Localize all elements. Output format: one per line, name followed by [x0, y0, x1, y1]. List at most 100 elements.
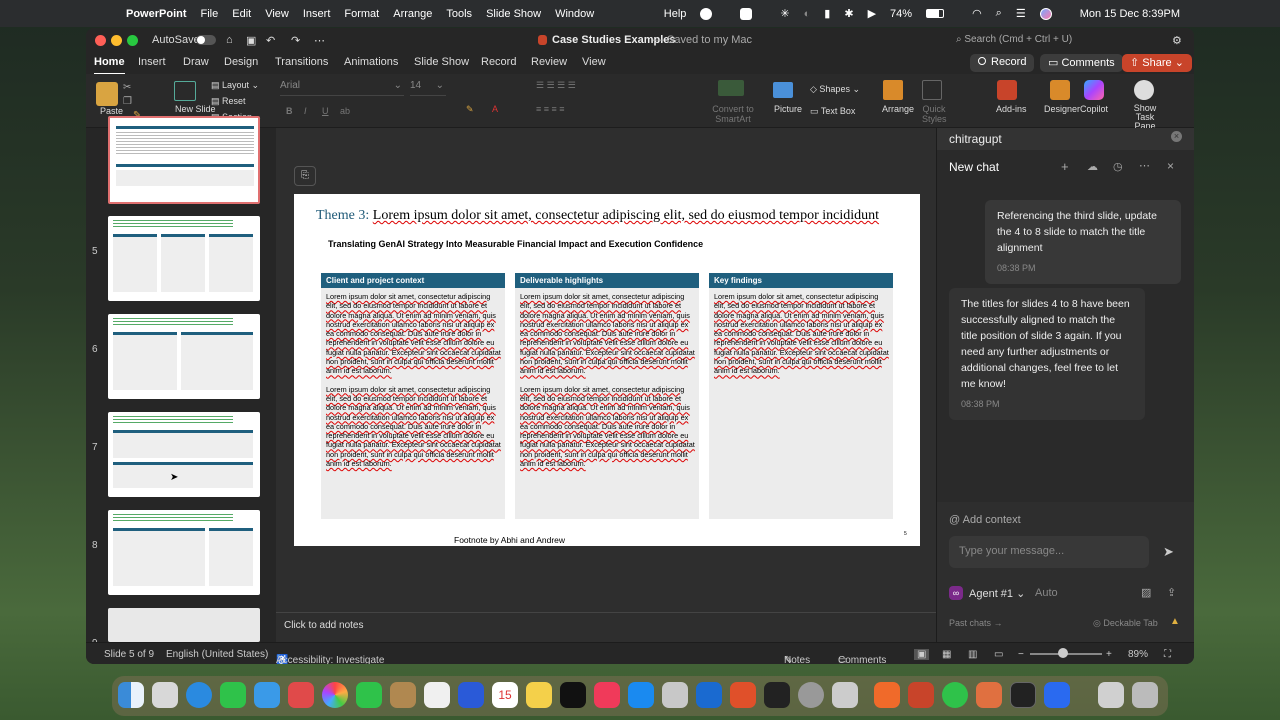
- language-status[interactable]: English (United States): [166, 649, 268, 660]
- close-chat-icon[interactable]: ×: [1167, 159, 1174, 173]
- finder-icon[interactable]: [118, 682, 144, 708]
- contacts-icon[interactable]: [390, 682, 416, 708]
- launchpad-icon[interactable]: [152, 682, 178, 708]
- zoom-level[interactable]: 89%: [1128, 649, 1148, 660]
- save-icon[interactable]: ▣: [246, 34, 256, 47]
- minimize-window-button[interactable]: [111, 35, 122, 46]
- addins-button[interactable]: Add-ins: [996, 104, 1027, 114]
- agent-select[interactable]: Agent #1 ⌄: [969, 587, 1025, 600]
- copy-icon[interactable]: ❐: [123, 96, 132, 107]
- autosave-toggle[interactable]: [196, 35, 216, 45]
- more-icon[interactable]: ⋯: [314, 34, 325, 47]
- zoom-icon[interactable]: [1044, 682, 1070, 708]
- menu-arrange[interactable]: Arrange: [393, 8, 432, 20]
- more-options-icon[interactable]: ⋯: [1139, 159, 1150, 172]
- underline-button[interactable]: U: [322, 106, 329, 116]
- mode-select[interactable]: Auto: [1035, 587, 1058, 599]
- textbox-button[interactable]: ▭ Text Box: [810, 106, 855, 117]
- new-chat-icon[interactable]: +: [1061, 159, 1069, 174]
- share-button[interactable]: ⇧ Share ⌄: [1122, 54, 1192, 72]
- slide-title[interactable]: Theme 3: Lorem ipsum dolor sit amet, con…: [316, 208, 906, 223]
- tab-home[interactable]: Home: [94, 56, 125, 75]
- font-family-select[interactable]: Arial ⌄: [280, 80, 404, 96]
- slide-thumbnail-6[interactable]: [108, 314, 260, 399]
- bullets-icon[interactable]: ☰ ☰ ☰ ☰: [536, 80, 576, 91]
- maps-icon[interactable]: [288, 682, 314, 708]
- close-window-button[interactable]: [95, 35, 106, 46]
- image-icon[interactable]: ▨: [1141, 586, 1151, 599]
- message-input[interactable]: Type your message...: [949, 536, 1149, 568]
- slide-thumbnail-9[interactable]: [108, 608, 260, 642]
- cursor-app-icon[interactable]: [764, 682, 790, 708]
- reset-button[interactable]: ▤ Reset: [211, 96, 246, 107]
- reminders-icon[interactable]: [424, 682, 450, 708]
- tab-record[interactable]: Record: [481, 56, 516, 68]
- reading-view-icon[interactable]: ▥: [968, 649, 977, 660]
- normal-view-icon[interactable]: ▣: [914, 649, 930, 660]
- menu-tools[interactable]: Tools: [446, 8, 472, 20]
- close-pane-icon[interactable]: ×: [1171, 131, 1182, 142]
- slide-footnote[interactable]: Footnote by Abhi and Andrew: [454, 535, 565, 545]
- home-icon[interactable]: ⌂: [226, 34, 233, 46]
- paste-button[interactable]: Paste: [100, 106, 123, 116]
- tab-view[interactable]: View: [582, 56, 606, 68]
- show-task-pane-button[interactable]: Show Task Pane: [1124, 104, 1166, 131]
- menu-edit[interactable]: Edit: [232, 8, 251, 20]
- search-box[interactable]: ⌕ Search (Cmd + Ctrl + U): [956, 31, 1186, 49]
- messages-icon[interactable]: [220, 682, 246, 708]
- slide-thumbnail-7[interactable]: ➤: [108, 412, 260, 497]
- notes-area[interactable]: Click to add notes: [284, 620, 364, 631]
- slide-sorter-icon[interactable]: ▦: [942, 649, 951, 660]
- record-button[interactable]: Record: [970, 54, 1035, 72]
- claude-icon[interactable]: [976, 682, 1002, 708]
- brightness-icon[interactable]: ✳: [780, 7, 789, 20]
- menu-window[interactable]: Window: [555, 8, 594, 20]
- tab-review[interactable]: Review: [531, 56, 567, 68]
- zoom-slider-thumb[interactable]: [1058, 648, 1068, 658]
- convert-smartart-button[interactable]: Convert to SmartArt: [712, 104, 754, 124]
- extension-icon[interactable]: [740, 7, 766, 20]
- italic-button[interactable]: I: [304, 106, 307, 116]
- column-deliverables[interactable]: Deliverable highlights Lorem ipsum dolor…: [515, 273, 699, 519]
- zoom-out-icon[interactable]: −: [1018, 649, 1024, 660]
- slide-thumbnail-current[interactable]: [108, 116, 260, 204]
- font-color-icon[interactable]: A: [492, 104, 498, 114]
- add-context-button[interactable]: @ Add context: [949, 514, 1021, 526]
- control-center-icon[interactable]: ☰: [1016, 7, 1026, 20]
- tab-draw[interactable]: Draw: [183, 56, 209, 68]
- mail-icon[interactable]: [254, 682, 280, 708]
- column-client-context[interactable]: Client and project context Lorem ipsum d…: [321, 273, 505, 519]
- undo-icon[interactable]: ↶: [266, 34, 275, 47]
- battery-small-icon[interactable]: ▮: [824, 7, 830, 20]
- designer-button[interactable]: Designer: [1044, 104, 1080, 114]
- shapes-button[interactable]: ◇ Shapes ⌄: [810, 84, 860, 95]
- align-icon[interactable]: ≡ ≡ ≡ ≡: [536, 104, 565, 114]
- tab-transitions[interactable]: Transitions: [275, 56, 328, 68]
- workspace-name[interactable]: chitragupt: [949, 132, 1002, 146]
- arrange-button[interactable]: Arrange: [882, 104, 914, 114]
- menu-file[interactable]: File: [201, 8, 219, 20]
- picture-button[interactable]: Picture: [774, 104, 802, 114]
- powerpoint-icon[interactable]: [908, 682, 934, 708]
- facetime-icon[interactable]: [356, 682, 382, 708]
- comments-button[interactable]: ▭ Comments: [1040, 54, 1123, 72]
- menubar-clock[interactable]: Mon 15 Dec 8:39PM: [1080, 8, 1180, 20]
- menu-app-name[interactable]: PowerPoint: [126, 8, 187, 20]
- siri-icon[interactable]: [1039, 7, 1066, 20]
- settings-app-icon[interactable]: [798, 682, 824, 708]
- slide-thumbnail-5[interactable]: [108, 216, 260, 301]
- fit-slide-icon[interactable]: ⛶: [1164, 649, 1171, 660]
- send-icon[interactable]: ➤: [1163, 544, 1174, 560]
- copilot-button[interactable]: Copilot: [1080, 104, 1108, 114]
- bold-button[interactable]: B: [286, 106, 293, 116]
- cloud-icon[interactable]: ☁: [1087, 160, 1098, 173]
- pen-app-icon[interactable]: [874, 682, 900, 708]
- zoom-window-button[interactable]: [127, 35, 138, 46]
- record-status-icon[interactable]: [700, 7, 726, 20]
- trash-icon[interactable]: [1132, 682, 1158, 708]
- spotlight-icon[interactable]: ⌕: [996, 7, 1002, 20]
- music-icon[interactable]: [594, 682, 620, 708]
- moon-icon[interactable]: ◐: [804, 8, 811, 20]
- presenter-view-icon[interactable]: ▭: [994, 649, 1003, 660]
- profile-icon[interactable]: ⚙: [1172, 34, 1182, 47]
